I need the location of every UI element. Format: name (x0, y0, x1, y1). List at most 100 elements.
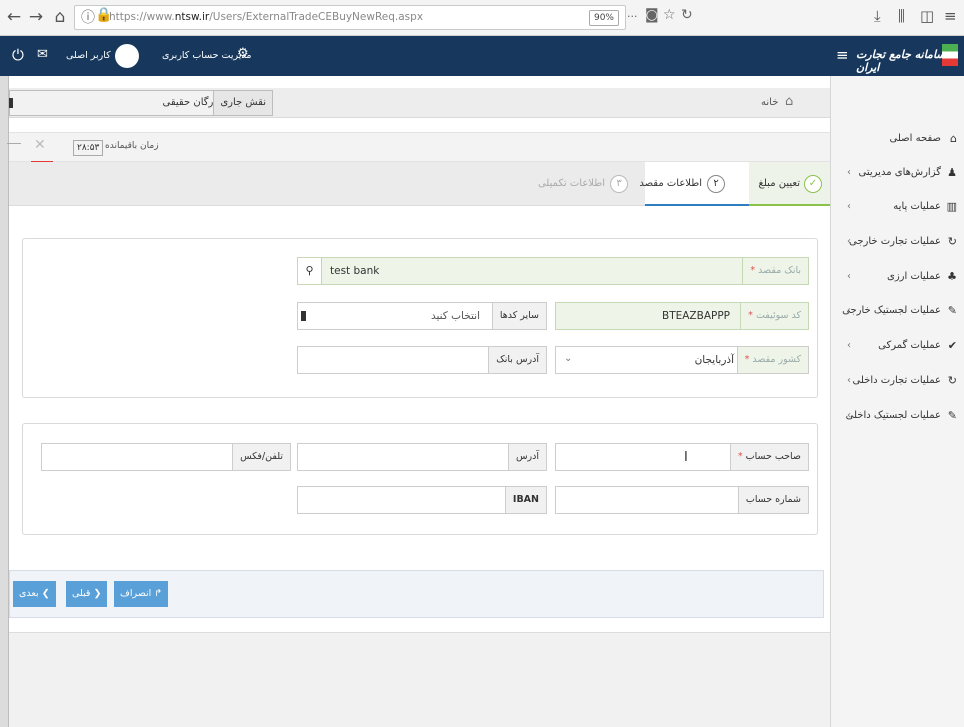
zoom-level[interactable]: 90% (589, 10, 619, 26)
left-scroll-edge (0, 76, 9, 727)
role-select[interactable]: بازرگان حقیقی نقش جاری (9, 90, 273, 116)
sidebar-item-label: گزارش‌های مدیریتی (858, 167, 941, 178)
sidebar-item-label: عملیات تجارت داخلی (852, 375, 941, 386)
destination-country-value: آذربایجان (694, 354, 734, 366)
bookmark-star-icon[interactable]: ☆ (663, 7, 676, 23)
check-icon: ✔ (947, 339, 957, 352)
refresh-icon: ↻ (947, 235, 957, 248)
user-name[interactable]: کاربر اصلی (66, 50, 111, 61)
wizard-step-amount[interactable]: ✓ تعیین مبلغ (749, 162, 830, 206)
chevron-right-icon: ❯ (93, 588, 102, 599)
back-icon[interactable]: ← (4, 6, 24, 28)
sidebar-item-currency[interactable]: ‹ ♣ عملیات ارزی (831, 266, 964, 290)
step-number: ۳ (610, 175, 628, 193)
home-browser-icon[interactable]: ⌂ (50, 6, 70, 28)
share-arrow-icon: ↱ (154, 588, 163, 599)
wizard-step-destination[interactable]: ۲ اطلاعات مقصد (639, 162, 749, 206)
text-cursor-icon: I (684, 450, 688, 465)
forward-icon[interactable]: → (26, 6, 46, 28)
edit-icon: ✎ (947, 304, 957, 317)
phone-fax-field[interactable]: تلفن/فکس (41, 443, 291, 471)
iban-field[interactable]: IBAN (297, 486, 547, 514)
other-codes-label: سایر کدها (491, 303, 546, 329)
sidebar-item-customs[interactable]: ‹ ✔ عملیات گمرکی (831, 335, 964, 359)
swift-code-label: * کد سوئیفت (740, 303, 808, 329)
prev-button[interactable]: قبلی ❯ (66, 581, 108, 607)
next-button[interactable]: بعدی ❮ (13, 581, 56, 607)
chevron-left-icon: ‹ (847, 271, 851, 282)
close-icon[interactable]: ✕ (34, 137, 46, 153)
other-codes-select[interactable]: انتخاب کنید سایر کدها (297, 302, 547, 330)
flag-logo-icon (942, 44, 958, 66)
chevron-left-icon: ‹ (847, 201, 851, 212)
power-icon[interactable]: ⏻ (12, 46, 24, 64)
breadcrumb-home[interactable]: خانه (761, 97, 778, 108)
phone-fax-label: تلفن/فکس (232, 444, 290, 470)
sidebar-item-label: عملیات ارزی (887, 271, 941, 282)
role-label: نقش جاری (213, 91, 272, 115)
pocket-icon[interactable]: ◙ (645, 7, 659, 23)
destination-bank-field[interactable]: ⚲ test bank * بانک مقصد (297, 257, 809, 285)
swift-code-field[interactable]: BTEAZBAPPP * کد سوئیفت (555, 302, 809, 330)
info-icon[interactable]: ⓘ (81, 7, 95, 27)
browser-toolbar: ← → ⌂ ⓘ 🔒 https://www.ntsw.ir/Users/Exte… (0, 0, 964, 36)
home-icon: ⌂ (950, 132, 957, 145)
select-handle-icon (301, 311, 306, 321)
sidebar-item-label: عملیات لجستیک داخلی (845, 410, 941, 421)
refresh-icon: ↻ (947, 374, 957, 387)
destination-country-select[interactable]: ⌄ آذربایجان * کشور مقصد (555, 346, 809, 374)
sidebar-item-base-operations[interactable]: ‹ ▥ عملیات پایه (831, 196, 964, 220)
reload-icon[interactable]: ↻ (681, 7, 693, 23)
cancel-button[interactable]: انصراف ↱ (114, 581, 169, 607)
chevron-left-icon: ‹ (847, 340, 851, 351)
sidebar-item-domestic-logistics[interactable]: ‹ ✎ عملیات لجستیک داخلی (831, 405, 964, 429)
destination-country-label: * کشور مقصد (736, 347, 808, 373)
sidebar-item-label: عملیات لجستیک خارجی (842, 305, 941, 316)
role-bar: بازرگان حقیقی نقش جاری خانه ⌂ (9, 88, 830, 118)
action-bar: بعدی ❮ قبلی ❯ انصراف ↱ (9, 570, 824, 618)
address-bar[interactable]: ⓘ 🔒 https://www.ntsw.ir/Users/ExternalTr… (74, 5, 693, 30)
wizard-steps: ✓ تعیین مبلغ ۲ اطلاعات مقصد ۳ اطلاعات تک… (9, 162, 830, 206)
sidebar-item-foreign-trade[interactable]: ‹ ↻ عملیات تجارت خارجی (831, 231, 964, 255)
bank-address-field[interactable]: آدرس بانک (297, 346, 547, 374)
minimize-icon[interactable] (7, 143, 21, 144)
bank-address-label: آدرس بانک (488, 347, 546, 373)
sidebar-item-label: صفحه اصلی (889, 133, 941, 144)
download-icon[interactable]: ⤓ (874, 7, 881, 25)
account-holder-field[interactable]: * صاحب حساب I (555, 443, 809, 471)
user-icon: ♟ (947, 166, 957, 179)
destination-bank-value: test bank (330, 265, 380, 277)
account-number-field[interactable]: شماره حساب (555, 486, 809, 514)
address-field[interactable]: آدرس (297, 443, 547, 471)
step-label: اطلاعات مقصد (639, 178, 702, 189)
avatar[interactable] (115, 44, 139, 68)
destination-bank-label: * بانک مقصد (742, 258, 808, 284)
footer-area (9, 632, 830, 727)
edit-icon: ✎ (947, 409, 957, 422)
sidebar-item-management-reports[interactable]: ‹ ♟ گزارش‌های مدیریتی (831, 162, 964, 186)
sidebar-item-domestic-trade[interactable]: ‹ ↻ عملیات تجارت داخلی (831, 370, 964, 394)
step-number: ۲ (707, 175, 725, 193)
wizard-step-additional[interactable]: ۳ اطلاعات تکمیلی (534, 162, 645, 206)
sidebar-item-home[interactable]: ⌂ صفحه اصلی (831, 128, 964, 152)
hamburger-menu-icon[interactable]: ≡ (944, 7, 957, 25)
chevron-down-icon: ⌄ (564, 353, 573, 364)
sidebar-item-foreign-logistics[interactable]: ‹ ✎ عملیات لجستیک خارجی (831, 300, 964, 324)
app-header: ⏻ ✉ کاربر اصلی مدیریت حساب کاربری ⚙ ≡ سا… (0, 36, 964, 76)
home-breadcrumb-icon[interactable]: ⌂ (785, 94, 793, 109)
users-icon: ♣ (947, 270, 957, 283)
chevron-left-icon: ‹ (847, 167, 851, 178)
gears-icon[interactable]: ⚙ (237, 46, 249, 61)
sidebar: ⌂ صفحه اصلی ‹ ♟ گزارش‌های مدیریتی ‹ ▥ عم… (830, 76, 964, 727)
chevron-left-icon: ‹ (847, 375, 851, 386)
more-icon[interactable]: ··· (627, 10, 638, 23)
search-icon[interactable]: ⚲ (298, 258, 322, 284)
select-handle-icon (9, 98, 13, 108)
sidebar-toggle-icon[interactable]: ◫ (920, 7, 934, 25)
library-icon[interactable]: ⫼ (898, 7, 905, 25)
mail-icon[interactable]: ✉ (37, 47, 48, 62)
other-codes-value: انتخاب کنید (430, 310, 480, 322)
timer-label: زمان باقیمانده (105, 141, 159, 151)
sidebar-item-label: عملیات تجارت خارجی (849, 236, 941, 247)
menu-toggle-icon[interactable]: ≡ (836, 46, 849, 64)
